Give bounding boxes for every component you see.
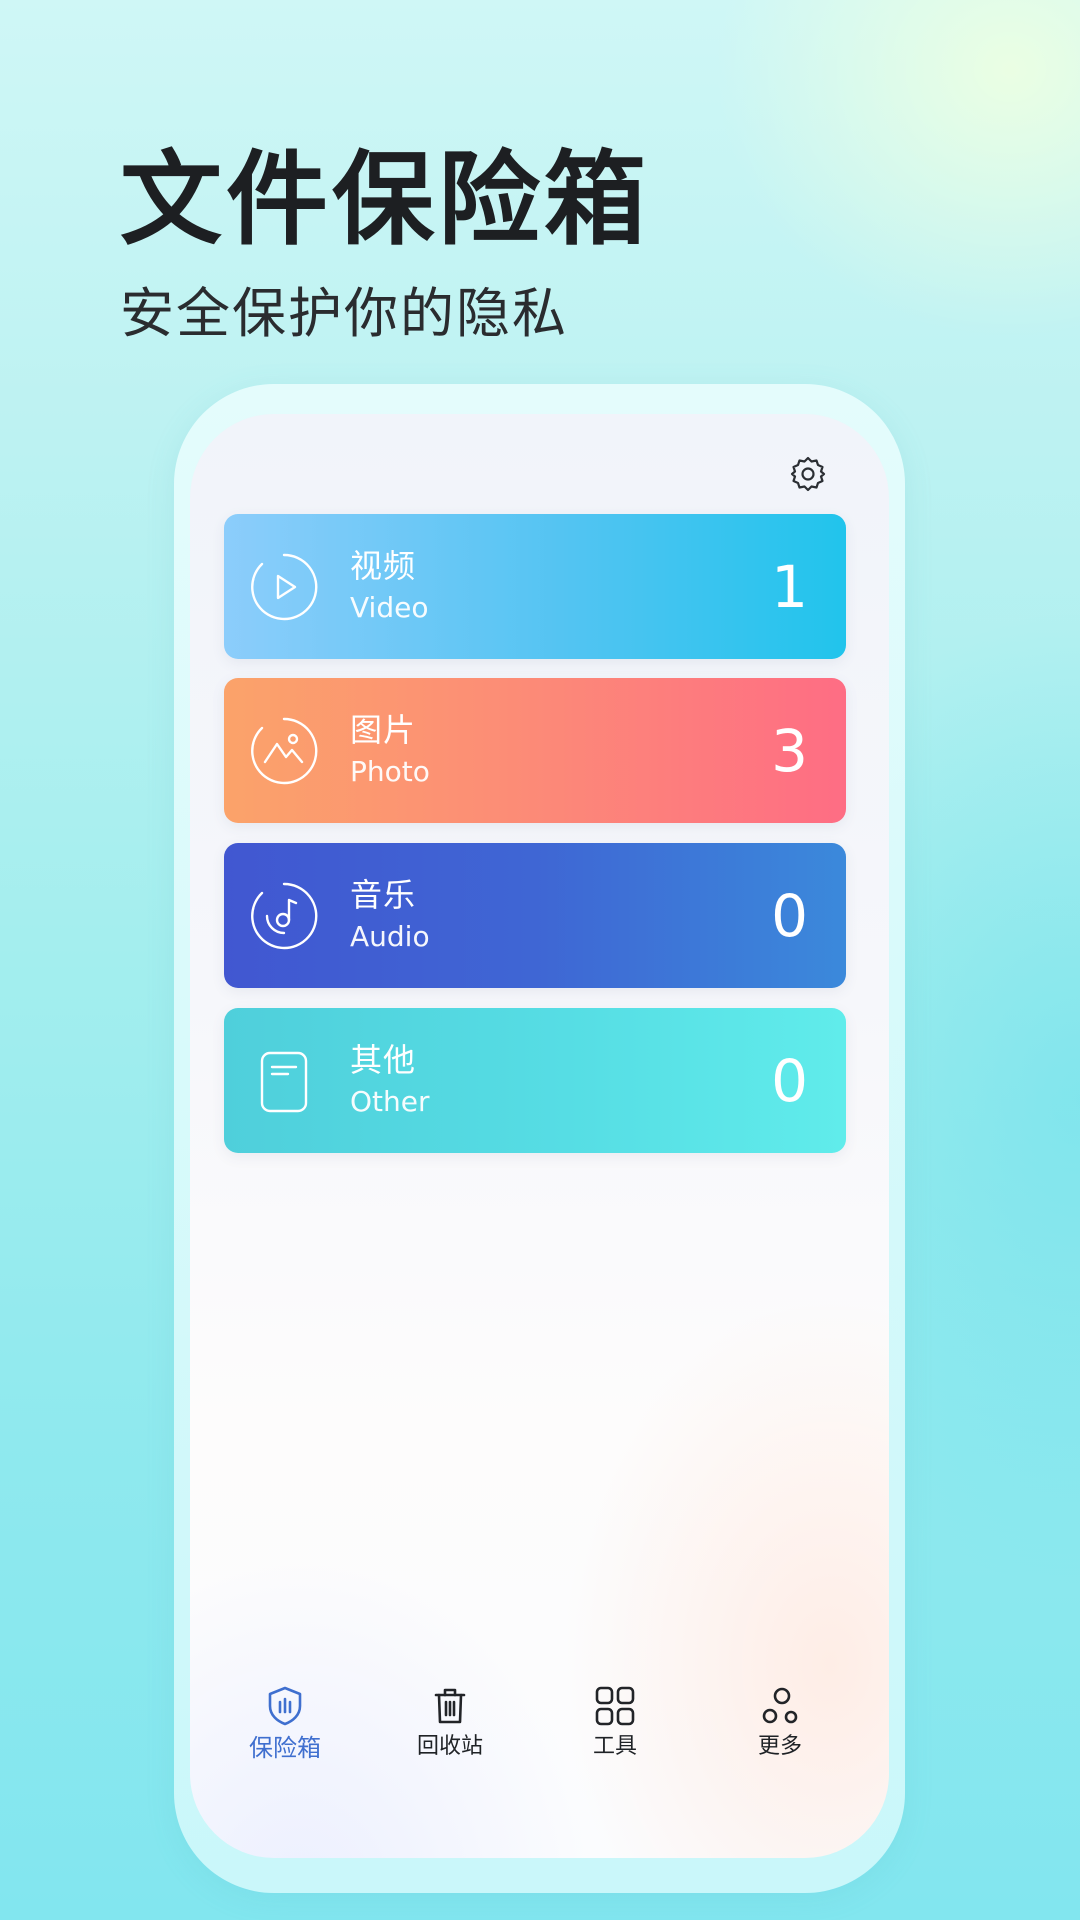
image-circle-icon — [251, 717, 318, 785]
tab-label: 保险箱 — [249, 1734, 321, 1762]
tab-more[interactable]: 更多 — [710, 1684, 850, 1794]
category-card-photo[interactable]: 图片 Photo 3 — [224, 678, 846, 823]
promo-subtitle: 安全保护你的隐私 — [120, 282, 568, 345]
tab-vault[interactable]: 保险箱 — [215, 1684, 355, 1794]
category-card-other[interactable]: 其他 Other 0 — [224, 1008, 846, 1153]
card-title: 其他 — [350, 1041, 417, 1079]
tab-label: 回收站 — [416, 1734, 483, 1759]
play-circle-icon — [251, 553, 318, 621]
tab-recycle-bin[interactable]: 回收站 — [380, 1684, 520, 1794]
grid-apps-icon — [595, 1686, 635, 1726]
tab-label: 工具 — [592, 1734, 637, 1759]
tab-label: 更多 — [757, 1734, 802, 1759]
card-title: 视频 — [350, 547, 417, 585]
shield-vault-icon — [268, 1686, 302, 1726]
card-count: 0 — [771, 1047, 808, 1115]
card-subtitle: Other — [350, 1085, 430, 1118]
card-subtitle: Photo — [350, 755, 430, 788]
card-subtitle: Audio — [350, 920, 430, 953]
card-subtitle: Video — [350, 591, 429, 624]
gear-icon[interactable] — [788, 454, 828, 494]
card-count: 1 — [771, 553, 808, 621]
music-disc-icon — [251, 882, 318, 950]
document-icon — [260, 1051, 308, 1113]
more-circles-icon — [762, 1687, 798, 1724]
app-screen: 视频 Video 1 图片 Photo 3 音乐 Audio 0 其他 Othe… — [190, 414, 889, 1858]
card-count: 0 — [771, 882, 808, 950]
category-card-audio[interactable]: 音乐 Audio 0 — [224, 843, 846, 988]
card-title: 图片 — [350, 711, 417, 749]
bottom-tab-bar: 保险箱 回收站 工具 更多 — [190, 1684, 889, 1794]
card-count: 3 — [771, 717, 808, 785]
promo-title: 文件保险箱 — [120, 141, 650, 260]
category-card-video[interactable]: 视频 Video 1 — [224, 514, 846, 659]
trash-icon — [434, 1688, 466, 1724]
card-title: 音乐 — [350, 876, 417, 914]
tab-tools[interactable]: 工具 — [545, 1684, 685, 1794]
